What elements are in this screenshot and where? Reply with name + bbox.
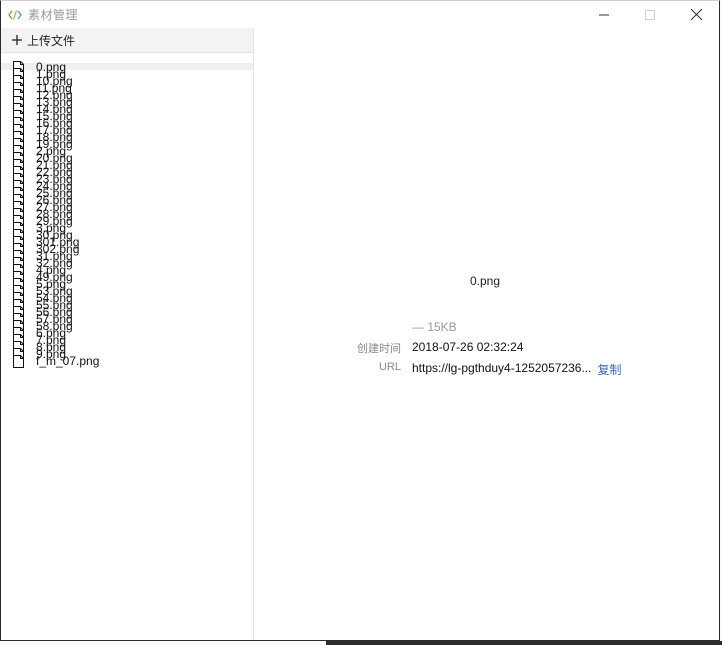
file-list: 0.png 1.png 10.png 11.png 12.png 13.png 14.png… <box>1 61 253 368</box>
file-icon <box>13 355 24 368</box>
file-name: f_m_07.png <box>36 354 100 368</box>
app-window: 素材管理 上传文件 0.png 1.png 10.png 11.png 12.png 13 <box>0 0 720 641</box>
file-list-item[interactable]: f_m_07.png <box>1 354 253 368</box>
minimize-button[interactable] <box>581 1 627 28</box>
created-value: 2018-07-26 02:32:24 <box>412 340 524 354</box>
created-label: 创建时间 <box>357 343 401 355</box>
preview-filename: 0.png <box>470 274 501 288</box>
plus-icon <box>12 35 22 45</box>
upload-label: 上传文件 <box>27 33 76 48</box>
taskbar-edge <box>326 641 722 645</box>
minimize-icon <box>599 14 609 15</box>
url-row: URL https://lg-pgthduy4-1252057236... 复制 <box>334 361 622 378</box>
file-size: — 15KB <box>412 320 457 334</box>
window-title: 素材管理 <box>28 8 79 22</box>
close-button[interactable] <box>673 1 719 28</box>
close-icon <box>690 9 702 20</box>
maximize-icon <box>645 9 655 20</box>
copy-url-button[interactable]: 复制 <box>597 361 621 378</box>
created-row: 创建时间 2018-07-26 02:32:24 <box>334 340 523 356</box>
code-icon <box>7 8 23 22</box>
file-panel: 上传文件 0.png 1.png 10.png 11.png 12.png 13.png 1… <box>1 28 254 640</box>
maximize-button[interactable] <box>627 1 673 28</box>
title-bar: 素材管理 <box>1 1 719 28</box>
size-row: — 15KB <box>334 320 457 334</box>
upload-button[interactable]: 上传文件 <box>11 32 75 49</box>
url-label: URL <box>378 361 401 373</box>
preview-panel: 0.png — 15KB 创建时间 2018-07-26 02:32:24 UR… <box>254 28 719 640</box>
toolbar: 上传文件 <box>1 28 253 53</box>
url-value: https://lg-pgthduy4-1252057236... <box>412 361 592 375</box>
